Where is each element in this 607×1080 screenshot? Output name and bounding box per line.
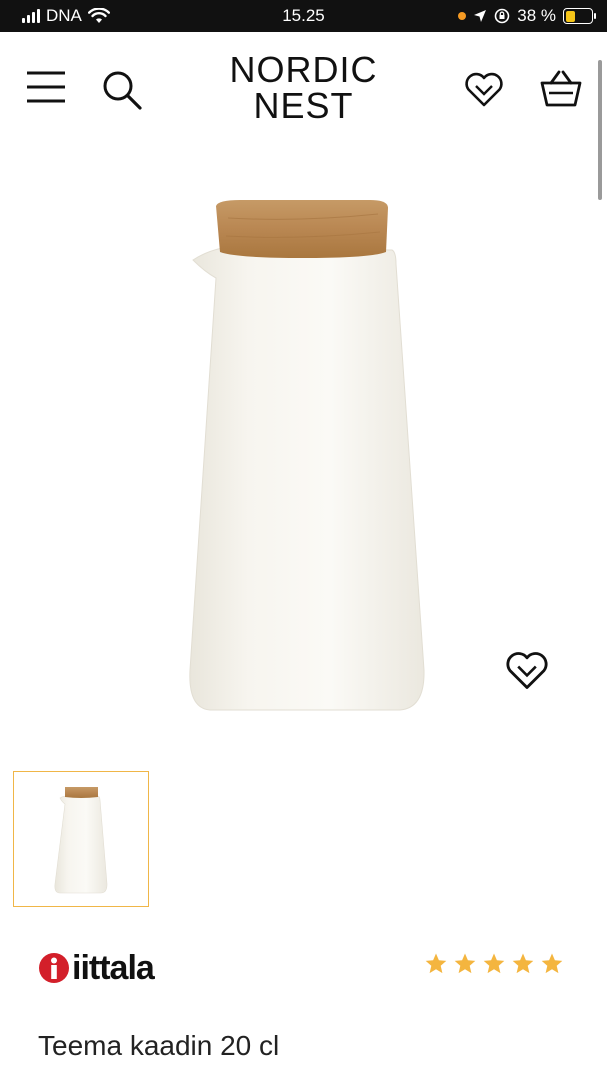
rotation-lock-icon [494, 8, 510, 24]
product-thumbnail[interactable] [13, 771, 149, 907]
brand-logo[interactable]: iittala [38, 948, 155, 988]
battery-level-fill [565, 10, 575, 22]
star-icon [512, 953, 534, 974]
logo-line-2: NEST [253, 85, 354, 126]
battery-icon [563, 8, 596, 24]
location-arrow-icon [474, 10, 487, 22]
status-right: 38 % [458, 6, 596, 26]
star-icon [483, 953, 505, 974]
nordic-nest-logo[interactable]: NORDIC NEST [0, 52, 607, 124]
product-title: Teema kaadin 20 cl [38, 1030, 280, 1061]
wishlist-button[interactable] [460, 68, 508, 112]
wishlist-heart-icon [506, 652, 548, 689]
logo-line-1: NORDIC [229, 49, 378, 90]
star-icon [425, 953, 447, 974]
status-bar: DNA 15.25 38 % [0, 0, 607, 32]
battery-percent: 38 % [517, 6, 556, 25]
privacy-indicator-dot [458, 12, 467, 20]
basket-button[interactable] [536, 66, 586, 112]
product-rating[interactable] [424, 952, 564, 976]
site-header: NORDIC NEST [0, 32, 607, 140]
star-icon [454, 953, 476, 974]
image-wishlist-button[interactable] [500, 646, 554, 696]
iittala-logo-icon [39, 953, 69, 983]
brand-name: iittala [72, 948, 155, 987]
star-icon [541, 953, 563, 974]
wishlist-heart-icon [465, 72, 503, 107]
shopping-basket-icon [540, 70, 582, 107]
pitcher-thumbnail-image [54, 787, 108, 894]
